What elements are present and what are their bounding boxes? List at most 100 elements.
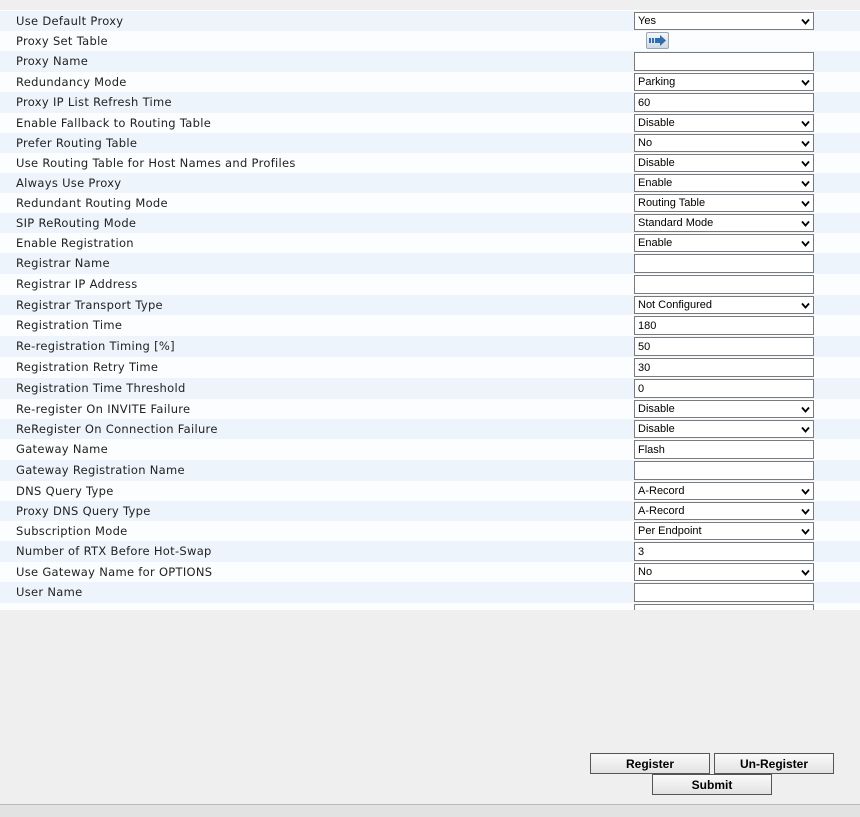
chevron-down-icon: [801, 139, 810, 148]
dropdown-value: Enable: [638, 237, 673, 249]
setting-label: Proxy Set Table: [16, 34, 108, 48]
setting-row: Use Default Proxy Yes: [0, 11, 860, 31]
setting-label: Registration Retry Time: [16, 360, 159, 374]
setting-row: SIP ReRouting Mode Standard Mode: [0, 213, 860, 233]
dropdown-value: No: [638, 137, 653, 149]
unregister-button[interactable]: Un-Register: [714, 753, 834, 774]
setting-label: Registrar Name: [16, 256, 110, 270]
setting-dropdown[interactable]: Disable: [634, 400, 814, 418]
setting-text-field[interactable]: [634, 275, 814, 294]
setting-dropdown[interactable]: Standard Mode: [634, 214, 814, 232]
setting-dropdown[interactable]: Not Configured: [634, 296, 814, 314]
setting-row: User Name: [0, 582, 860, 603]
setting-label: Registration Time: [16, 318, 123, 332]
proxy-set-table-button[interactable]: [646, 32, 669, 49]
settings-panel: Use Default Proxy Yes Proxy Set Table Proxy…: [0, 10, 860, 610]
setting-text-field[interactable]: [634, 461, 814, 480]
setting-text-field[interactable]: 0: [634, 379, 814, 398]
setting-dropdown[interactable]: Routing Table: [634, 194, 814, 212]
chevron-down-icon: [801, 159, 810, 168]
bottom-strip: [0, 804, 860, 817]
chevron-down-icon: [801, 17, 810, 26]
setting-text-field[interactable]: 180: [634, 316, 814, 335]
setting-row: Gateway Registration Name: [0, 460, 860, 481]
register-button[interactable]: Register: [590, 753, 710, 774]
setting-label: Proxy IP List Refresh Time: [16, 95, 172, 109]
setting-row: Re-registration Timing [%] 50: [0, 336, 860, 357]
setting-row: Use Gateway Name for OPTIONS No: [0, 562, 860, 582]
setting-row: Use Routing Table for Host Names and Pro…: [0, 153, 860, 173]
setting-label: Use Gateway Name for OPTIONS: [16, 565, 213, 579]
dropdown-value: No: [638, 566, 653, 578]
setting-label: Registrar IP Address: [16, 277, 138, 291]
setting-dropdown[interactable]: Yes: [634, 12, 814, 30]
setting-label: Redundancy Mode: [16, 75, 127, 89]
setting-label: SIP ReRouting Mode: [16, 216, 137, 230]
setting-row: Registrar Name: [0, 253, 860, 274]
chevron-down-icon: [801, 119, 810, 128]
setting-row: Registration Time 180: [0, 315, 860, 336]
setting-label: ReRegister On Connection Failure: [16, 422, 218, 436]
setting-row: Proxy Set Table: [0, 31, 860, 51]
setting-dropdown[interactable]: Disable: [634, 114, 814, 132]
chevron-down-icon: [801, 239, 810, 248]
setting-row: Always Use Proxy Enable: [0, 173, 860, 193]
setting-dropdown[interactable]: Parking: [634, 73, 814, 91]
chevron-down-icon: [801, 199, 810, 208]
setting-dropdown[interactable]: Disable: [634, 154, 814, 172]
dropdown-value: Yes: [638, 15, 656, 27]
setting-row: Redundant Routing Mode Routing Table: [0, 193, 860, 213]
dropdown-value: Standard Mode: [638, 217, 714, 229]
setting-text-field[interactable]: 3: [634, 542, 814, 561]
submit-button[interactable]: Submit: [652, 774, 772, 795]
dropdown-value: Disable: [638, 157, 675, 169]
setting-label: Enable Registration: [16, 236, 134, 250]
setting-text-field[interactable]: [634, 604, 814, 610]
setting-text-field[interactable]: [634, 254, 814, 273]
setting-text-field[interactable]: Flash: [634, 440, 814, 459]
setting-row: Number of RTX Before Hot-Swap 3: [0, 541, 860, 562]
dropdown-value: Enable: [638, 177, 673, 189]
dropdown-value: Not Configured: [638, 299, 712, 311]
dropdown-value: A-Record: [638, 485, 685, 497]
setting-dropdown[interactable]: Per Endpoint: [634, 522, 814, 540]
setting-row: Redundancy Mode Parking: [0, 72, 860, 92]
setting-row: DNS Query Type A-Record: [0, 481, 860, 501]
setting-row: Prefer Routing Table No: [0, 133, 860, 153]
setting-label: Gateway Name: [16, 442, 108, 456]
chevron-down-icon: [801, 179, 810, 188]
setting-row: Proxy IP List Refresh Time 60: [0, 92, 860, 113]
setting-row: Enable Fallback to Routing Table Disable: [0, 113, 860, 133]
setting-label: Registrar Transport Type: [16, 298, 163, 312]
setting-label: Proxy DNS Query Type: [16, 504, 151, 518]
setting-row: Proxy Name: [0, 51, 860, 72]
setting-dropdown[interactable]: No: [634, 563, 814, 581]
setting-dropdown[interactable]: Enable: [634, 234, 814, 252]
setting-label: Number of RTX Before Hot-Swap: [16, 544, 212, 558]
setting-dropdown[interactable]: Enable: [634, 174, 814, 192]
setting-label: Enable Fallback to Routing Table: [16, 116, 212, 130]
chevron-down-icon: [801, 507, 810, 516]
setting-label: DNS Query Type: [16, 484, 114, 498]
setting-row: Proxy DNS Query Type A-Record: [0, 501, 860, 521]
setting-dropdown[interactable]: A-Record: [634, 502, 814, 520]
setting-dropdown[interactable]: Disable: [634, 420, 814, 438]
setting-row: Registration Retry Time 30: [0, 357, 860, 378]
dropdown-value: Per Endpoint: [638, 525, 702, 537]
chevron-down-icon: [801, 527, 810, 536]
setting-text-field[interactable]: 50: [634, 337, 814, 356]
setting-row: Gateway Name Flash: [0, 439, 860, 460]
setting-row: Re-register On INVITE Failure Disable: [0, 399, 860, 419]
setting-text-field[interactable]: [634, 583, 814, 602]
setting-text-field[interactable]: 30: [634, 358, 814, 377]
setting-text-field[interactable]: 60: [634, 93, 814, 112]
setting-label: Proxy Name: [16, 54, 89, 68]
setting-dropdown[interactable]: A-Record: [634, 482, 814, 500]
dropdown-value: A-Record: [638, 505, 685, 517]
dropdown-value: Parking: [638, 76, 676, 88]
setting-label: Re-register On INVITE Failure: [16, 402, 191, 416]
setting-text-field[interactable]: [634, 52, 814, 71]
setting-dropdown[interactable]: No: [634, 134, 814, 152]
setting-label: Use Default Proxy: [16, 14, 124, 28]
chevron-down-icon: [801, 425, 810, 434]
